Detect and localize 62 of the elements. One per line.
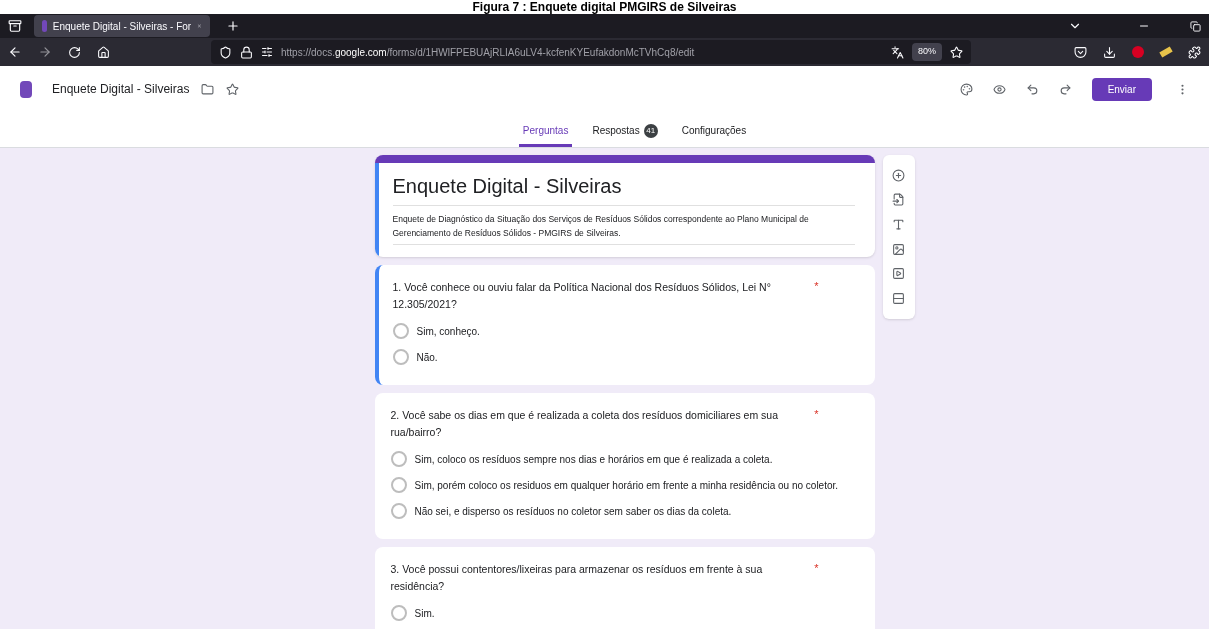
required-mark: * [814,407,819,422]
star-icon[interactable] [226,82,240,96]
forms-icon [42,20,47,32]
undo-icon[interactable] [1025,82,1039,96]
option-label: Sim, coloco os resíduos sempre nos dias e horários em que é realizada a coleta. [414,452,773,467]
preview-icon[interactable] [992,82,1006,96]
pocket-icon[interactable] [1074,45,1087,59]
back-icon[interactable] [8,45,22,59]
image-icon[interactable] [892,242,905,256]
form-tab[interactable]: Perguntas [518,117,573,147]
palette-icon[interactable] [959,82,973,96]
restore-icon[interactable] [1190,20,1201,32]
option-label: Sim, porém coloco os residuos em qualquer horário em frente a minha residência ou no coletor. [414,478,839,493]
radio-button[interactable] [392,323,409,339]
radio-button[interactable] [390,451,407,467]
question-card[interactable]: 1. Você conhece ou ouviu falar da Política Nacional dos Resíduos Sólidos, Lei N° 12.305/2021? * Sim, conheço. Não. [374,265,875,385]
address-bar[interactable]: https://docs.google.com/forms/d/1HWlFPEBUAjRLIA6uLV4-kcfenKYEufakdonMcTVhCq8/edit 80% [211,40,971,64]
radio-button[interactable] [390,477,407,493]
lock-icon [240,45,253,59]
forms-logo-icon[interactable] [20,80,32,98]
bookmark-icon[interactable] [950,45,963,59]
title-icon[interactable] [892,218,905,232]
figure-caption: Figura 7 : Enquete digital PMGIRS de Silveiras [472,0,737,14]
radio-button[interactable] [392,349,409,365]
section-icon[interactable] [892,292,905,306]
radio-button[interactable] [390,503,407,519]
download-icon[interactable] [1103,45,1116,59]
video-icon[interactable] [892,267,905,281]
option-label: Não. [416,350,438,365]
form-description[interactable]: Enquete de Diagnóstico da Situação dos Serviços de Resíduos Sólidos correspondente ao Plano Municipal de Gerenciamento de Resíduos Sólidos - PMGIRS de Silveiras. [392,206,855,245]
redo-icon[interactable] [1058,82,1072,96]
form-title[interactable]: Enquete Digital - Silveiras [392,173,855,206]
zoom-badge[interactable]: 80% [912,43,942,61]
extension-icon[interactable] [1159,46,1173,58]
question-text[interactable]: 2. Você sabe os dias em que é realizada a coleta dos resíduos domiciliares em sua rua/bairro? [390,407,811,441]
radio-button[interactable] [390,605,407,621]
option-label: Sim, conheço. [416,324,480,339]
home-icon[interactable] [97,45,110,59]
tab-list-icon[interactable] [8,19,22,33]
question-card[interactable]: 3. Você possui contentores/lixeiras para armazenar os resíduos em frente à sua residência? * Sim. [374,547,875,629]
document-title[interactable]: Enquete Digital - Silveiras [52,80,190,98]
required-mark: * [814,279,819,294]
shield-icon [219,45,232,59]
question-text[interactable]: 1. Você conhece ou ouviu falar da Política Nacional dos Resíduos Sólidos, Lei N° 12.305/2021? [392,279,811,313]
new-tab-icon[interactable] [226,19,240,33]
option-label: Sim. [414,606,435,621]
form-tab[interactable]: Respostas 41 [588,117,662,147]
required-mark: * [814,561,819,576]
question-card[interactable] [374,393,875,539]
folder-icon[interactable] [201,82,215,96]
option-label: Não sei, e disperso os resíduos no coletor sem saber os dias da coleta. [414,504,732,519]
add-question-icon[interactable] [892,168,905,182]
reload-icon[interactable] [68,45,81,59]
send-button[interactable]: Enviar [1091,77,1152,101]
permissions-icon [261,46,273,58]
browser-tab[interactable]: Enquete Digital - Silveiras - For [34,15,210,37]
translate-icon[interactable] [891,45,904,59]
import-icon[interactable] [892,193,905,207]
form-tab[interactable]: Configurações [677,117,751,147]
question-text[interactable]: 3. Você possui contentores/lixeiras para armazenar os resíduos em frente à sua residência? [390,561,811,595]
count-badge: 41 [643,123,658,138]
extensions-icon[interactable] [1188,45,1201,59]
